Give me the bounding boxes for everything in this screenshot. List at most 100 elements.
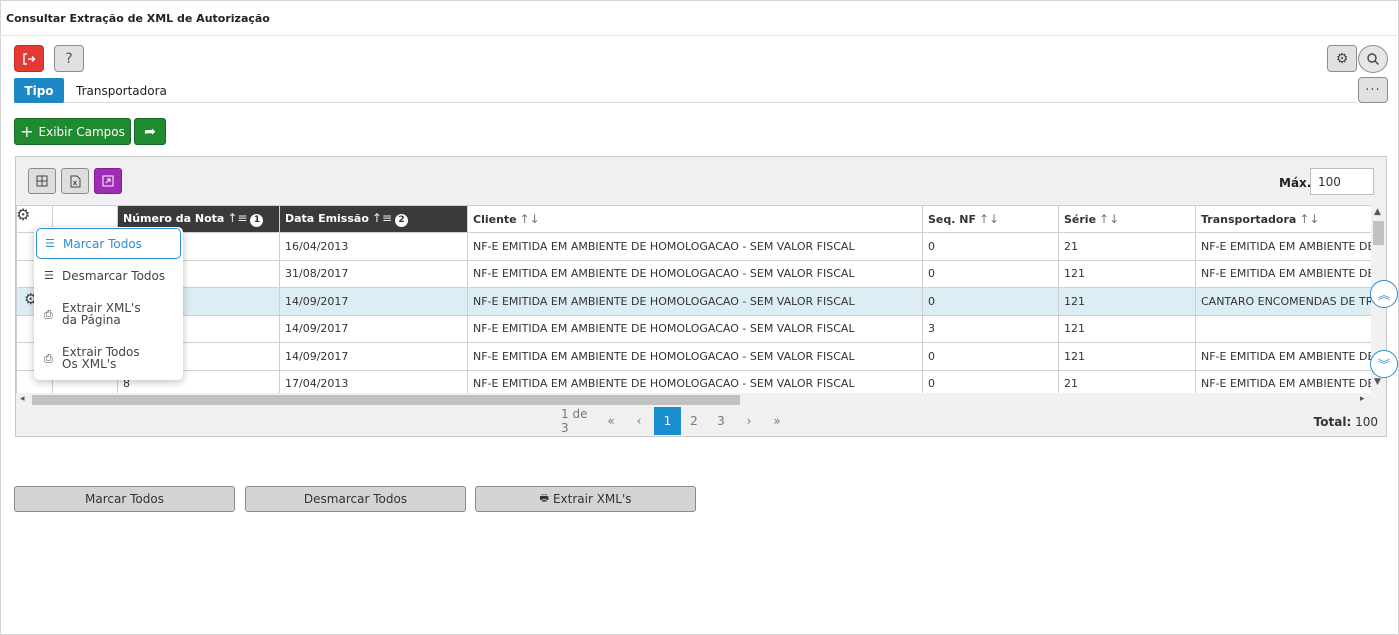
more-options-button[interactable]: ···	[1358, 77, 1388, 103]
cell-seq-nf: 0	[922, 287, 1059, 316]
table-row[interactable]: 14/09/2017 NF-E EMITIDA EM AMBIENTE DE HO…	[16, 287, 1386, 316]
cell-serie: 21	[1058, 232, 1196, 261]
cell-data-emissao: 31/08/2017	[279, 259, 468, 288]
exit-button[interactable]	[14, 45, 44, 72]
page-button-2[interactable]: 2	[682, 407, 706, 435]
column-header-cliente[interactable]: Cliente ↑↓	[467, 205, 923, 233]
table-area: Número da Nota ↑≡ 1 Data Emissão ↑≡ 2 Client…	[16, 205, 1386, 395]
page-button-3[interactable]: 3	[709, 407, 733, 435]
share-button[interactable]: ➦	[134, 118, 166, 145]
cell-data-emissao: 17/04/2013	[279, 369, 468, 395]
cell-seq-nf: 0	[922, 259, 1059, 288]
scroll-up-arrow-icon[interactable]: ▲	[1374, 207, 1381, 217]
cell-transportadora: NF-E EMITIDA EM AMBIENTE DE HOMOLOGACAO	[1195, 259, 1386, 288]
column-header-serie[interactable]: Série ↑↓	[1058, 205, 1196, 233]
cell-seq-nf: 0	[922, 232, 1059, 261]
window-title-bar: Consultar Extração de XML de Autorização	[0, 0, 1399, 36]
export-excel-button[interactable]	[61, 168, 89, 194]
menu-item-extrair-todos[interactable]: ⎙ Extrair Todos Os XML's	[36, 346, 181, 370]
last-page-button[interactable]: »	[765, 407, 789, 435]
sort-asc-icon: ↑≡	[227, 211, 248, 225]
cell-serie: 121	[1058, 287, 1196, 316]
column-header-seq-nf[interactable]: Seq. NF ↑↓	[922, 205, 1059, 233]
double-chevron-down-icon: ︾	[1377, 357, 1390, 372]
menu-item-label: Desmarcar Todos	[62, 269, 166, 283]
table-row[interactable]: 16/04/2013 NF-E EMITIDA EM AMBIENTE DE HO…	[16, 232, 1386, 261]
max-input[interactable]	[1310, 168, 1374, 195]
filter-value[interactable]: Transportadora	[76, 84, 167, 98]
menu-item-extrair-pagina[interactable]: ⎙ Extrair XML's da Página	[36, 302, 181, 326]
cell-serie: 121	[1058, 314, 1196, 343]
extrair-xmls-button[interactable]: 🖶 Extrair XML's	[475, 486, 696, 512]
list-icon: ☰	[44, 269, 54, 282]
columns-button[interactable]	[28, 168, 56, 194]
window-title: Consultar Extração de XML de Autorização	[6, 12, 270, 25]
table-row[interactable]: 8 17/04/2013 NF-E EMITIDA EM AMBIENTE DE H…	[16, 369, 1386, 395]
page-button-1[interactable]: 1	[654, 407, 681, 435]
search-button[interactable]	[1358, 45, 1388, 73]
exibir-campos-button[interactable]: + Exibir Campos	[14, 118, 131, 145]
double-chevron-up-icon: ︽	[1377, 287, 1390, 302]
question-icon: ?	[65, 50, 73, 67]
menu-item-label: Extrair XML's da Página	[62, 301, 141, 327]
plus-icon: +	[20, 121, 34, 141]
scroll-bottom-button[interactable]: ︾	[1370, 350, 1398, 378]
horizontal-scrollbar[interactable]: ◂ ▸	[16, 393, 1386, 407]
cell-data-emissao: 14/09/2017	[279, 314, 468, 343]
table-header-row: Número da Nota ↑≡ 1 Data Emissão ↑≡ 2 Client…	[16, 205, 1386, 233]
column-header-transportadora[interactable]: Transportadora ↑↓	[1195, 205, 1386, 233]
ellipsis-icon: ···	[1365, 82, 1381, 98]
cell-serie: 21	[1058, 369, 1196, 395]
max-label: Máx.	[1279, 176, 1312, 190]
menu-item-label: Marcar Todos	[63, 236, 142, 251]
pagination: 1 de 3 « ‹ 1 2 3 › » Total: 100	[16, 407, 1386, 436]
cell-transportadora: NF-E EMITIDA EM AMBIENTE DE HOMOLOGACAO	[1195, 369, 1386, 395]
prev-page-button[interactable]: ‹	[627, 407, 651, 435]
table-body: 16/04/2013 NF-E EMITIDA EM AMBIENTE DE HO…	[16, 232, 1386, 395]
scroll-down-arrow-icon[interactable]: ▼	[1374, 377, 1381, 387]
cell-seq-nf: 3	[922, 314, 1059, 343]
help-button[interactable]: ?	[54, 45, 84, 72]
marcar-todos-button[interactable]: Marcar Todos	[14, 486, 235, 512]
print-icon: ⎙	[44, 308, 53, 321]
first-page-button[interactable]: «	[599, 407, 623, 435]
column-label: Cliente	[473, 213, 517, 226]
sort-icon: ↑↓	[1299, 212, 1320, 226]
filter-label: Tipo	[14, 78, 64, 103]
column-label: Data Emissão	[285, 212, 369, 225]
desmarcar-todos-button[interactable]: Desmarcar Todos	[245, 486, 466, 512]
table-row[interactable]: 14/09/2017 NF-E EMITIDA EM AMBIENTE DE HO…	[16, 314, 1386, 343]
sort-icon: ↑↓	[979, 212, 1000, 226]
scroll-right-arrow-icon[interactable]: ▸	[1360, 394, 1365, 404]
cell-transportadora: NF-E EMITIDA EM AMBIENTE DE HOMOLOGACAO	[1195, 342, 1386, 371]
menu-item-desmarcar-todos[interactable]: ☰ Desmarcar Todos	[36, 269, 181, 283]
scroll-top-button[interactable]: ︽	[1370, 280, 1398, 308]
sort-order-badge: 2	[395, 214, 408, 227]
cell-data-emissao: 14/09/2017	[279, 287, 468, 316]
search-icon	[1367, 53, 1379, 65]
column-label: Número da Nota	[123, 212, 225, 225]
expand-icon	[102, 175, 114, 187]
cell-serie: 121	[1058, 259, 1196, 288]
cell-cliente: NF-E EMITIDA EM AMBIENTE DE HOMOLOGACAO …	[467, 369, 923, 395]
menu-item-marcar-todos[interactable]: ☰ Marcar Todos	[36, 228, 181, 259]
column-label: Seq. NF	[928, 213, 976, 226]
column-label: Transportadora	[1201, 213, 1297, 226]
printer-icon: 🖶	[539, 492, 549, 504]
column-header-data-emissao[interactable]: Data Emissão ↑≡ 2	[279, 205, 468, 233]
exit-icon	[23, 52, 36, 65]
results-table: Número da Nota ↑≡ 1 Data Emissão ↑≡ 2 Client…	[16, 205, 1386, 395]
table-row[interactable]: 14/09/2017 NF-E EMITIDA EM AMBIENTE DE HO…	[16, 342, 1386, 371]
horizontal-scrollbar-thumb[interactable]	[32, 395, 740, 405]
next-page-button[interactable]: ›	[737, 407, 761, 435]
expand-button[interactable]	[94, 168, 122, 194]
scroll-left-arrow-icon[interactable]: ◂	[20, 394, 25, 404]
settings-button[interactable]: ⚙	[1327, 45, 1357, 72]
cell-serie: 121	[1058, 342, 1196, 371]
cell-data-emissao: 14/09/2017	[279, 342, 468, 371]
sort-order-badge: 1	[250, 214, 264, 227]
list-icon: ☰	[45, 237, 55, 250]
vertical-scrollbar-thumb[interactable]	[1373, 221, 1384, 245]
table-row[interactable]: 31/08/2017 NF-E EMITIDA EM AMBIENTE DE HO…	[16, 259, 1386, 288]
row-settings-gear-icon[interactable]: ⚙	[16, 205, 30, 224]
